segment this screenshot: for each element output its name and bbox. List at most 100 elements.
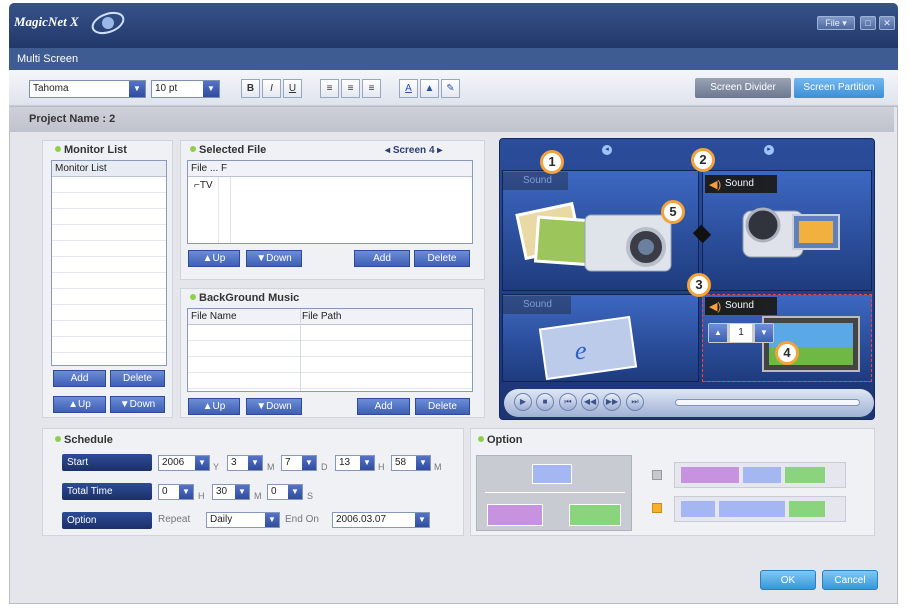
option-layout-1[interactable] <box>674 462 846 488</box>
layout-arrow <box>485 492 625 493</box>
italic-button[interactable]: I <box>262 79 281 98</box>
tab-screen-partition[interactable]: Screen Partition <box>794 78 884 98</box>
total-hour-select[interactable]: 0 ▼ <box>158 484 194 500</box>
chevron-down-icon: ▼ <box>235 485 249 499</box>
up-label: Up <box>212 253 226 264</box>
badge-2: 2 <box>691 148 715 172</box>
selected-up-button[interactable]: ▲Up <box>188 250 240 267</box>
screen-nav[interactable]: ◂ Screen 4 ▸ <box>385 145 442 156</box>
repeat-value: Daily <box>210 514 233 525</box>
option-layout-2[interactable] <box>674 496 846 522</box>
total-minute-unit: M <box>254 491 262 501</box>
rewind-icon[interactable]: ◀◀ <box>581 393 599 411</box>
selected-file-list[interactable]: File ... F ⌐TV <box>187 160 473 244</box>
up-label: Up <box>212 401 226 412</box>
spin-up-icon[interactable]: ▲ <box>709 324 727 342</box>
selected-add-button[interactable]: Add <box>354 250 410 267</box>
forward-icon[interactable]: ▶▶ <box>603 393 621 411</box>
cancel-button[interactable]: Cancel <box>822 570 878 590</box>
monitor-list[interactable]: Monitor List <box>51 160 167 366</box>
monitor-down-button[interactable]: ▼Down <box>110 396 165 413</box>
bullet-icon <box>190 294 196 300</box>
hour-value: 13 <box>339 457 351 468</box>
stop-icon[interactable]: ■ <box>536 393 554 411</box>
chevron-down-icon: ▼ <box>203 81 219 97</box>
next-arrow-icon[interactable]: ▸ <box>764 145 774 155</box>
fill-color-icon[interactable]: ▲ <box>420 79 439 98</box>
align-left-icon[interactable]: ≡ <box>320 79 339 98</box>
size-select[interactable]: 10 pt ▼ <box>151 80 220 98</box>
repeat-label: Repeat <box>158 514 191 525</box>
sound-button-1[interactable]: Sound <box>503 172 568 190</box>
file-menu-button[interactable]: File ▾ <box>817 16 855 30</box>
close-button[interactable]: ✕ <box>879 16 895 30</box>
minute-select[interactable]: 58 ▼ <box>391 455 431 471</box>
monitor-add-button[interactable]: Add <box>53 370 106 387</box>
total-hour-unit: H <box>198 491 205 501</box>
font-select[interactable]: Tahoma ▼ <box>29 80 146 98</box>
ok-button[interactable]: OK <box>760 570 816 590</box>
tab-screen-divider[interactable]: Screen Divider <box>695 78 791 98</box>
chevron-down-icon: ▼ <box>416 456 430 470</box>
next-icon[interactable]: ⏭ <box>626 393 644 411</box>
sound-button-3[interactable]: Sound <box>503 296 571 314</box>
spin-control[interactable]: ▲ 1 ▼ <box>708 323 774 343</box>
badge-1: 1 <box>540 150 564 174</box>
badge-4: 4 <box>775 341 799 365</box>
prev-icon[interactable]: ⏮ <box>559 393 577 411</box>
maximize-button[interactable]: □ <box>860 16 876 30</box>
monitor-delete-button[interactable]: Delete <box>110 370 165 387</box>
app-title: MagicNet X <box>14 14 79 29</box>
prev-arrow-icon[interactable]: ◂ <box>602 145 612 155</box>
music-down-button[interactable]: ▼Down <box>246 398 302 415</box>
option-radio-2[interactable] <box>652 503 662 513</box>
progress-slider[interactable] <box>675 399 860 406</box>
chevron-down-icon: ▼ <box>288 485 302 499</box>
align-center-icon[interactable]: ≡ <box>341 79 360 98</box>
end-on-select[interactable]: 2006.03.07 ▼ <box>332 512 430 528</box>
bold-button[interactable]: B <box>241 79 260 98</box>
bullet-icon <box>190 146 196 152</box>
play-pause-icon[interactable]: ▶ <box>514 393 532 411</box>
selected-down-button[interactable]: ▼Down <box>246 250 302 267</box>
option-radio-1[interactable] <box>652 470 662 480</box>
chevron-down-icon: ▼ <box>248 456 262 470</box>
speaker-icon: ◀) <box>709 179 722 191</box>
underline-button[interactable]: U <box>283 79 302 98</box>
hour-select[interactable]: 13 ▼ <box>335 455 375 471</box>
badge-3: 3 <box>687 273 711 297</box>
bullet-icon <box>55 436 61 442</box>
font-color-icon[interactable]: A <box>399 79 418 98</box>
align-right-icon[interactable]: ≡ <box>362 79 381 98</box>
total-second-select[interactable]: 0 ▼ <box>267 484 303 500</box>
total-minute-select[interactable]: 30 ▼ <box>212 484 250 500</box>
month-select[interactable]: 3 ▼ <box>227 455 263 471</box>
day-select[interactable]: 7 ▼ <box>281 455 317 471</box>
chevron-down-icon: ▼ <box>265 513 279 527</box>
end-on-label: End On <box>285 514 319 525</box>
music-list-header: File Name File Path <box>188 309 472 325</box>
music-delete-button[interactable]: Delete <box>415 398 470 415</box>
monitor-list-header: Monitor List <box>52 161 166 177</box>
monitor-up-button[interactable]: ▲Up <box>53 396 106 413</box>
repeat-select[interactable]: Daily ▼ <box>206 512 280 528</box>
day-value: 7 <box>285 457 291 468</box>
spin-down-icon[interactable]: ▼ <box>755 324 773 342</box>
hour-unit: H <box>378 462 385 472</box>
monitor-title-text: Monitor List <box>64 144 127 156</box>
bullet-icon <box>55 146 61 152</box>
pen-icon[interactable]: ✎ <box>441 79 460 98</box>
selected-delete-button[interactable]: Delete <box>414 250 470 267</box>
year-select[interactable]: 2006 ▼ <box>158 455 210 471</box>
music-list[interactable]: File Name File Path <box>187 308 473 392</box>
spin-value[interactable]: 1 <box>730 324 752 342</box>
month-value: 3 <box>231 457 237 468</box>
minute-value: 58 <box>395 457 407 468</box>
music-up-button[interactable]: ▲Up <box>188 398 240 415</box>
total-minute-value: 30 <box>216 486 228 497</box>
chevron-down-icon: ▼ <box>129 81 145 97</box>
music-add-button[interactable]: Add <box>357 398 410 415</box>
list-item-label: TV <box>199 180 213 191</box>
music-title: BackGround Music <box>190 292 299 304</box>
layout-diagram <box>476 455 632 531</box>
